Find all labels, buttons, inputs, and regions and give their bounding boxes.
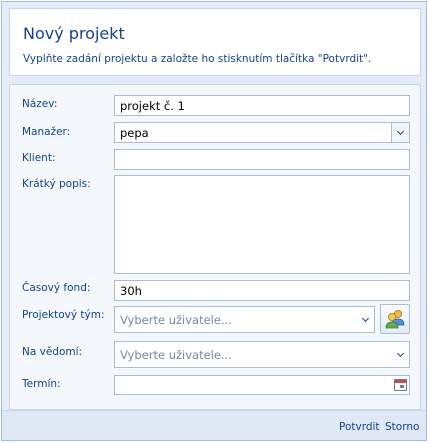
manager-select-value: pepa [120, 125, 149, 140]
dialog-footer: Potvrdit Storno [2, 410, 426, 440]
notify-label: Na vědomí: [22, 346, 83, 358]
chevron-down-icon [361, 314, 369, 322]
manager-dropdown-button[interactable] [391, 123, 409, 142]
description-label: Krátký popis: [22, 178, 91, 190]
notify-select[interactable]: Vyberte uživatele... [114, 341, 410, 368]
description-textarea[interactable] [114, 175, 410, 274]
confirm-button[interactable]: Potvrdit [339, 421, 380, 433]
team-dropdown-button[interactable] [356, 307, 374, 332]
client-input[interactable] [114, 149, 410, 170]
team-select[interactable]: Vyberte uživatele... [114, 306, 375, 333]
manager-label: Manažer: [22, 126, 71, 138]
dialog-header: Nový projekt Vyplňte zadání projektu a z… [9, 8, 421, 76]
client-label: Klient: [22, 152, 56, 164]
dialog-title: Nový projekt [23, 24, 125, 43]
calendar-icon[interactable] [394, 379, 407, 391]
team-label: Projektový tým: [22, 309, 105, 321]
cancel-button[interactable]: Storno [385, 421, 419, 433]
project-form: Název: projekt č. 1 Manažer: pepa Klient… [9, 84, 421, 410]
deadline-date-input[interactable] [114, 375, 410, 395]
manager-select[interactable]: pepa [114, 122, 410, 143]
notify-select-placeholder: Vyberte uživatele... [120, 347, 232, 362]
users-group-icon [385, 310, 405, 329]
chevron-down-icon [396, 127, 405, 135]
deadline-label: Termín: [22, 378, 61, 390]
select-users-button[interactable] [380, 304, 410, 334]
team-select-placeholder: Vyberte uživatele... [120, 312, 232, 327]
dialog-subtitle: Vyplňte zadání projektu a založte ho sti… [23, 53, 372, 65]
time-fund-label: Časový fond: [22, 282, 91, 294]
new-project-dialog: Nový projekt Vyplňte zadání projektu a z… [1, 1, 427, 441]
chevron-down-icon [396, 349, 404, 357]
name-label: Název: [22, 98, 58, 110]
name-input[interactable]: projekt č. 1 [114, 95, 410, 116]
notify-dropdown-button[interactable] [391, 342, 409, 367]
time-fund-input[interactable]: 30h [114, 280, 410, 301]
